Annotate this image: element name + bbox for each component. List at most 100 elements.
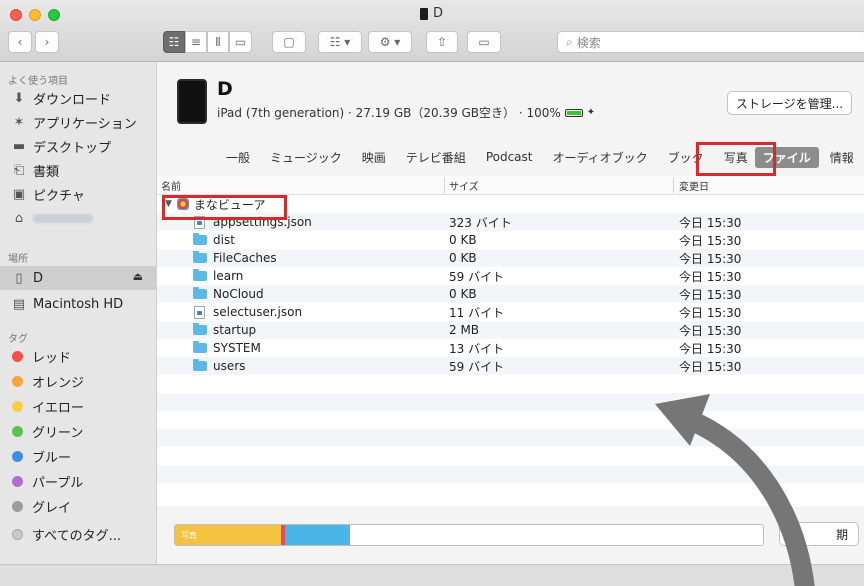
gallery-icon: ▭ xyxy=(234,35,247,49)
icon-view-button[interactable]: ☷ xyxy=(163,31,185,53)
sidebar-item-label: ピクチャ xyxy=(33,188,85,204)
column-divider xyxy=(673,178,674,193)
file-name: appsettings.json xyxy=(213,215,312,229)
tab-music[interactable]: ミュージック xyxy=(267,147,345,168)
table-row[interactable]: SYSTEM 13 バイト 今日 15:30 xyxy=(157,339,864,357)
sidebar-item-desktop[interactable]: ▬ デスクトップ xyxy=(0,134,157,158)
sidebar-item-label: 書類 xyxy=(33,164,60,180)
file-date: 今日 15:30 xyxy=(679,305,742,320)
close-window-button[interactable] xyxy=(10,9,22,21)
file-name: SYSTEM xyxy=(213,341,261,355)
tab-general[interactable]: 一般 xyxy=(223,147,253,168)
folder-icon xyxy=(193,323,207,335)
search-input[interactable]: ⌕ 検索 xyxy=(557,31,864,53)
sync-button[interactable]: 期 xyxy=(779,522,859,546)
tab-photos[interactable]: 写真 xyxy=(721,147,751,168)
table-row[interactable]: users 59 バイト 今日 15:30 xyxy=(157,357,864,375)
tab-podcasts[interactable]: Podcast xyxy=(483,148,536,166)
app-icon xyxy=(176,198,189,210)
column-view-button[interactable]: Ⅱ xyxy=(207,31,229,53)
sidebar-item-home[interactable]: ⌂ xyxy=(0,206,157,230)
sidebar-item-macintosh-hd[interactable]: ▤ Macintosh HD xyxy=(0,292,157,316)
minimize-window-button[interactable] xyxy=(29,9,41,21)
file-size: 11 バイト xyxy=(449,305,505,320)
sidebar-tag-red[interactable]: レッド xyxy=(0,344,157,368)
back-button[interactable]: ‹ xyxy=(8,31,32,53)
column-header-date[interactable]: 変更日 xyxy=(679,178,709,193)
manage-storage-button[interactable]: ストレージを管理... xyxy=(727,91,852,115)
device-info: iPad (7th generation) · 27.19 GB（20.39 G… xyxy=(217,104,595,121)
storage-segment-apps xyxy=(285,525,350,545)
sidebar-item-downloads[interactable]: ⬇ ダウンロード xyxy=(0,86,157,110)
gallery-view-button[interactable]: ▭ xyxy=(229,31,252,53)
sidebar-item-device-d[interactable]: ▯ D ⏏ xyxy=(0,266,157,290)
tag-color-dot xyxy=(12,450,23,462)
locations-header: 場所 xyxy=(8,254,28,265)
table-row[interactable]: startup 2 MB 今日 15:30 xyxy=(157,321,864,339)
column-header-size[interactable]: サイズ xyxy=(449,178,479,193)
storage-bar: 写真 xyxy=(174,524,764,546)
empty-row xyxy=(157,393,864,411)
tags-button[interactable]: ▭ xyxy=(467,31,501,53)
table-row[interactable]: FileCaches 0 KB 今日 15:30 xyxy=(157,249,864,267)
table-row[interactable]: dist 0 KB 今日 15:30 xyxy=(157,231,864,249)
forward-button[interactable]: › xyxy=(35,31,59,53)
sidebar-item-documents[interactable]: ⎗ 書類 xyxy=(0,158,157,182)
new-folder-button[interactable]: ▢ xyxy=(272,31,306,53)
window-title-text: D xyxy=(433,6,444,21)
table-row[interactable]: selectuser.json 11 バイト 今日 15:30 xyxy=(157,303,864,321)
eject-icon[interactable]: ⏏ xyxy=(133,270,143,283)
sidebar-item-label: D xyxy=(33,270,44,286)
table-row[interactable]: learn 59 バイト 今日 15:30 xyxy=(157,267,864,285)
column-header-name[interactable]: 名前 xyxy=(161,178,181,193)
sidebar-tag-green[interactable]: グリーン xyxy=(0,419,157,443)
tab-books[interactable]: ブック xyxy=(665,147,707,168)
table-row[interactable]: NoCloud 0 KB 今日 15:30 xyxy=(157,285,864,303)
download-icon: ⬇ xyxy=(13,90,25,106)
group-button[interactable]: ☷ ▾ xyxy=(318,31,362,53)
tab-files[interactable]: ファイル xyxy=(754,146,819,168)
sidebar-item-label: Macintosh HD xyxy=(33,296,124,312)
tab-audiobooks[interactable]: オーディオブック xyxy=(550,147,651,168)
sidebar-item-label: アプリケーション xyxy=(33,116,137,132)
tab-tv-shows[interactable]: テレビ番組 xyxy=(403,147,469,168)
sidebar-all-tags[interactable]: すべてのタグ... xyxy=(0,522,157,546)
sidebar-item-label: グリーン xyxy=(32,425,84,441)
folder-icon xyxy=(193,269,207,281)
app-row[interactable]: ▼ まなビューア xyxy=(157,195,864,213)
ipad-icon xyxy=(420,7,428,20)
sidebar-tag-gray[interactable]: グレイ xyxy=(0,494,157,518)
tag-color-dot xyxy=(12,475,23,487)
file-name: startup xyxy=(213,323,257,337)
list-view-button[interactable]: ≡ xyxy=(185,31,207,53)
battery-icon xyxy=(564,108,583,117)
sidebar-tag-purple[interactable]: パープル xyxy=(0,469,157,493)
file-name-cell: users xyxy=(193,359,245,373)
file-name: users xyxy=(213,359,246,373)
app-name: まなビューア xyxy=(193,197,266,212)
ipad-icon: ▯ xyxy=(15,270,23,286)
sidebar-tag-orange[interactable]: オレンジ xyxy=(0,369,157,393)
zoom-window-button[interactable] xyxy=(48,9,60,21)
table-row[interactable]: appsettings.json 323 バイト 今日 15:30 xyxy=(157,213,864,231)
disclosure-triangle-icon[interactable]: ▼ xyxy=(165,199,172,209)
sidebar-item-pictures[interactable]: ▣ ピクチャ xyxy=(0,182,157,206)
device-info-text: iPad (7th generation) · 27.19 GB（20.39 G… xyxy=(217,106,561,120)
folder-icon xyxy=(193,359,207,371)
file-name: learn xyxy=(213,269,244,283)
action-button[interactable]: ⚙ ▾ xyxy=(368,31,412,53)
sidebar-item-label: ダウンロード xyxy=(33,92,112,108)
sidebar-item-label: すべてのタグ... xyxy=(32,528,121,544)
share-button[interactable]: ⇧ xyxy=(426,31,458,53)
sidebar-tag-blue[interactable]: ブルー xyxy=(0,444,157,468)
status-bar xyxy=(0,564,864,586)
sidebar-tag-yellow[interactable]: イエロー xyxy=(0,394,157,418)
sidebar-item-applications[interactable]: ✶ アプリケーション xyxy=(0,110,157,134)
tab-info[interactable]: 情報 xyxy=(827,147,857,168)
column-divider xyxy=(444,178,445,193)
share-icon: ⇧ xyxy=(436,35,448,49)
tab-movies[interactable]: 映画 xyxy=(359,147,389,168)
search-placeholder: 検索 xyxy=(576,35,601,50)
columns-icon: Ⅱ xyxy=(215,35,221,49)
file-name: FileCaches xyxy=(213,251,277,265)
